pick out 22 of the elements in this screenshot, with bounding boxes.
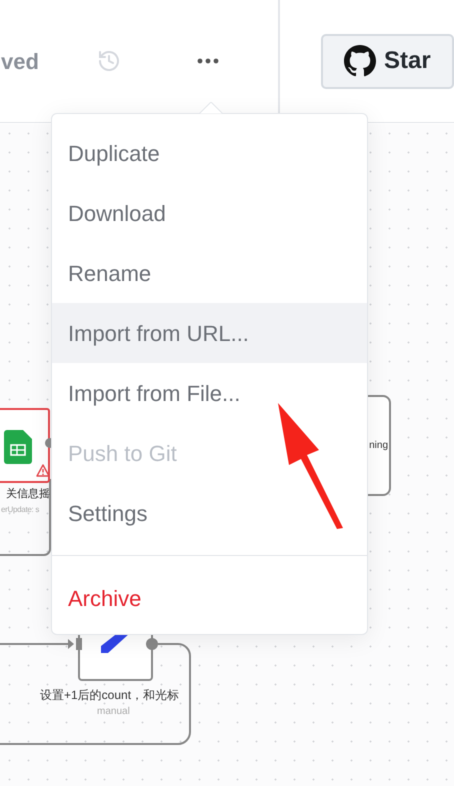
node-subtitle: manual	[97, 705, 130, 719]
menu-item[interactable]: Import from URL...	[52, 303, 367, 363]
node-subtitle: erUpdate: s	[1, 504, 40, 516]
menu-item[interactable]: Import from File...	[52, 363, 367, 423]
more-icon[interactable]	[197, 58, 219, 64]
node-title: ning	[369, 439, 388, 453]
menu-item[interactable]: Duplicate	[52, 123, 367, 183]
node-title: 关信息摇	[6, 486, 50, 502]
input-handle[interactable]	[68, 638, 82, 650]
node-card[interactable]	[0, 408, 50, 483]
save-status: ved	[0, 48, 40, 76]
warning-icon	[36, 464, 50, 477]
star-button[interactable]: Star	[321, 34, 454, 88]
output-handle[interactable]	[146, 638, 158, 650]
menu-item[interactable]: Download	[52, 183, 367, 243]
node-card[interactable]: ning	[368, 395, 391, 496]
menu-item[interactable]: Rename	[52, 243, 367, 303]
menu-item[interactable]: Archive	[52, 568, 367, 628]
spreadsheet-icon	[4, 430, 32, 464]
github-icon	[344, 45, 376, 77]
menu-item[interactable]: Settings	[52, 483, 367, 543]
node-title: 设置+1后的count，和光标	[40, 687, 180, 704]
